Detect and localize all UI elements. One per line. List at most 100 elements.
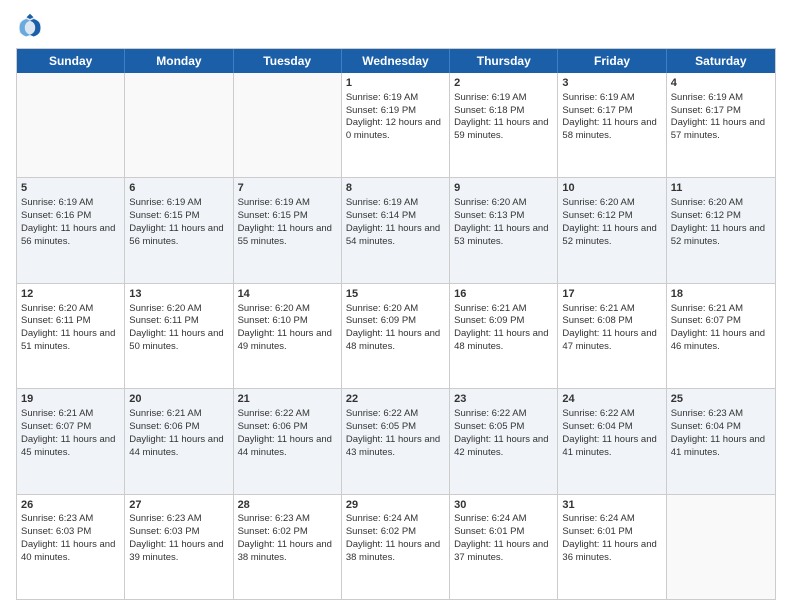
sunrise-text: Sunrise: 6:19 AM bbox=[129, 197, 201, 208]
daylight-text: Daylight: 11 hours and 44 minutes. bbox=[238, 434, 332, 458]
sunrise-text: Sunrise: 6:19 AM bbox=[346, 92, 418, 103]
day-cell-18: 18Sunrise: 6:21 AMSunset: 6:07 PMDayligh… bbox=[667, 284, 775, 388]
day-number: 19 bbox=[21, 392, 120, 407]
day-number: 6 bbox=[129, 181, 228, 196]
sunset-text: Sunset: 6:17 PM bbox=[671, 105, 741, 116]
daylight-text: Daylight: 11 hours and 54 minutes. bbox=[346, 223, 440, 247]
day-cell-empty-4-6 bbox=[667, 495, 775, 599]
sunrise-text: Sunrise: 6:21 AM bbox=[671, 303, 743, 314]
day-number: 30 bbox=[454, 498, 553, 513]
day-cell-27: 27Sunrise: 6:23 AMSunset: 6:03 PMDayligh… bbox=[125, 495, 233, 599]
logo bbox=[16, 12, 48, 40]
sunrise-text: Sunrise: 6:20 AM bbox=[346, 303, 418, 314]
day-cell-3: 3Sunrise: 6:19 AMSunset: 6:17 PMDaylight… bbox=[558, 73, 666, 177]
sunrise-text: Sunrise: 6:23 AM bbox=[238, 513, 310, 524]
calendar-row-0: 1Sunrise: 6:19 AMSunset: 6:19 PMDaylight… bbox=[17, 73, 775, 178]
day-cell-16: 16Sunrise: 6:21 AMSunset: 6:09 PMDayligh… bbox=[450, 284, 558, 388]
day-cell-29: 29Sunrise: 6:24 AMSunset: 6:02 PMDayligh… bbox=[342, 495, 450, 599]
sunrise-text: Sunrise: 6:20 AM bbox=[21, 303, 93, 314]
sunset-text: Sunset: 6:07 PM bbox=[671, 315, 741, 326]
day-number: 31 bbox=[562, 498, 661, 513]
calendar-row-3: 19Sunrise: 6:21 AMSunset: 6:07 PMDayligh… bbox=[17, 389, 775, 494]
daylight-text: Daylight: 11 hours and 41 minutes. bbox=[671, 434, 765, 458]
sunset-text: Sunset: 6:11 PM bbox=[21, 315, 91, 326]
day-number: 4 bbox=[671, 76, 771, 91]
sunset-text: Sunset: 6:12 PM bbox=[671, 210, 741, 221]
daylight-text: Daylight: 11 hours and 56 minutes. bbox=[129, 223, 223, 247]
sunset-text: Sunset: 6:01 PM bbox=[562, 526, 632, 537]
daylight-text: Daylight: 11 hours and 42 minutes. bbox=[454, 434, 548, 458]
daylight-text: Daylight: 11 hours and 45 minutes. bbox=[21, 434, 115, 458]
daylight-text: Daylight: 11 hours and 36 minutes. bbox=[562, 539, 656, 563]
sunrise-text: Sunrise: 6:24 AM bbox=[454, 513, 526, 524]
sunrise-text: Sunrise: 6:23 AM bbox=[21, 513, 93, 524]
day-cell-6: 6Sunrise: 6:19 AMSunset: 6:15 PMDaylight… bbox=[125, 178, 233, 282]
daylight-text: Daylight: 11 hours and 47 minutes. bbox=[562, 328, 656, 352]
day-cell-11: 11Sunrise: 6:20 AMSunset: 6:12 PMDayligh… bbox=[667, 178, 775, 282]
day-number: 14 bbox=[238, 287, 337, 302]
daylight-text: Daylight: 11 hours and 44 minutes. bbox=[129, 434, 223, 458]
day-cell-2: 2Sunrise: 6:19 AMSunset: 6:18 PMDaylight… bbox=[450, 73, 558, 177]
day-cell-20: 20Sunrise: 6:21 AMSunset: 6:06 PMDayligh… bbox=[125, 389, 233, 493]
daylight-text: Daylight: 11 hours and 43 minutes. bbox=[346, 434, 440, 458]
sunrise-text: Sunrise: 6:22 AM bbox=[562, 408, 634, 419]
day-cell-empty-0-2 bbox=[234, 73, 342, 177]
day-number: 28 bbox=[238, 498, 337, 513]
sunset-text: Sunset: 6:05 PM bbox=[346, 421, 416, 432]
sunset-text: Sunset: 6:11 PM bbox=[129, 315, 199, 326]
day-number: 21 bbox=[238, 392, 337, 407]
day-number: 20 bbox=[129, 392, 228, 407]
sunrise-text: Sunrise: 6:23 AM bbox=[129, 513, 201, 524]
sunset-text: Sunset: 6:09 PM bbox=[346, 315, 416, 326]
sunset-text: Sunset: 6:18 PM bbox=[454, 105, 524, 116]
weekday-header-monday: Monday bbox=[125, 49, 233, 73]
header bbox=[16, 12, 776, 40]
day-cell-empty-0-1 bbox=[125, 73, 233, 177]
sunrise-text: Sunrise: 6:19 AM bbox=[346, 197, 418, 208]
weekday-header-saturday: Saturday bbox=[667, 49, 775, 73]
weekday-header-wednesday: Wednesday bbox=[342, 49, 450, 73]
sunrise-text: Sunrise: 6:20 AM bbox=[238, 303, 310, 314]
day-number: 24 bbox=[562, 392, 661, 407]
sunrise-text: Sunrise: 6:20 AM bbox=[671, 197, 743, 208]
daylight-text: Daylight: 11 hours and 48 minutes. bbox=[454, 328, 548, 352]
daylight-text: Daylight: 11 hours and 53 minutes. bbox=[454, 223, 548, 247]
day-number: 1 bbox=[346, 76, 445, 91]
sunrise-text: Sunrise: 6:21 AM bbox=[562, 303, 634, 314]
daylight-text: Daylight: 11 hours and 55 minutes. bbox=[238, 223, 332, 247]
day-cell-15: 15Sunrise: 6:20 AMSunset: 6:09 PMDayligh… bbox=[342, 284, 450, 388]
sunset-text: Sunset: 6:05 PM bbox=[454, 421, 524, 432]
calendar: SundayMondayTuesdayWednesdayThursdayFrid… bbox=[16, 48, 776, 600]
sunset-text: Sunset: 6:06 PM bbox=[238, 421, 308, 432]
sunset-text: Sunset: 6:03 PM bbox=[129, 526, 199, 537]
daylight-text: Daylight: 11 hours and 38 minutes. bbox=[238, 539, 332, 563]
logo-icon bbox=[16, 12, 44, 40]
day-number: 5 bbox=[21, 181, 120, 196]
daylight-text: Daylight: 11 hours and 46 minutes. bbox=[671, 328, 765, 352]
sunrise-text: Sunrise: 6:19 AM bbox=[671, 92, 743, 103]
daylight-text: Daylight: 11 hours and 49 minutes. bbox=[238, 328, 332, 352]
day-cell-26: 26Sunrise: 6:23 AMSunset: 6:03 PMDayligh… bbox=[17, 495, 125, 599]
calendar-row-1: 5Sunrise: 6:19 AMSunset: 6:16 PMDaylight… bbox=[17, 178, 775, 283]
weekday-header-sunday: Sunday bbox=[17, 49, 125, 73]
day-cell-empty-0-0 bbox=[17, 73, 125, 177]
weekday-header-friday: Friday bbox=[558, 49, 666, 73]
daylight-text: Daylight: 11 hours and 52 minutes. bbox=[671, 223, 765, 247]
day-cell-30: 30Sunrise: 6:24 AMSunset: 6:01 PMDayligh… bbox=[450, 495, 558, 599]
sunset-text: Sunset: 6:09 PM bbox=[454, 315, 524, 326]
day-cell-31: 31Sunrise: 6:24 AMSunset: 6:01 PMDayligh… bbox=[558, 495, 666, 599]
day-cell-23: 23Sunrise: 6:22 AMSunset: 6:05 PMDayligh… bbox=[450, 389, 558, 493]
daylight-text: Daylight: 11 hours and 51 minutes. bbox=[21, 328, 115, 352]
daylight-text: Daylight: 11 hours and 50 minutes. bbox=[129, 328, 223, 352]
sunrise-text: Sunrise: 6:21 AM bbox=[454, 303, 526, 314]
day-cell-25: 25Sunrise: 6:23 AMSunset: 6:04 PMDayligh… bbox=[667, 389, 775, 493]
sunset-text: Sunset: 6:04 PM bbox=[671, 421, 741, 432]
day-number: 23 bbox=[454, 392, 553, 407]
daylight-text: Daylight: 11 hours and 59 minutes. bbox=[454, 117, 548, 141]
day-cell-24: 24Sunrise: 6:22 AM Sunset: 6:04 PM Dayligh… bbox=[558, 389, 666, 493]
weekday-header-tuesday: Tuesday bbox=[234, 49, 342, 73]
daylight-text: Daylight: 11 hours and 41 minutes. bbox=[562, 434, 656, 458]
sunset-text: Sunset: 6:04 PM bbox=[562, 421, 632, 432]
day-cell-1: 1Sunrise: 6:19 AMSunset: 6:19 PMDaylight… bbox=[342, 73, 450, 177]
day-cell-28: 28Sunrise: 6:23 AMSunset: 6:02 PMDayligh… bbox=[234, 495, 342, 599]
